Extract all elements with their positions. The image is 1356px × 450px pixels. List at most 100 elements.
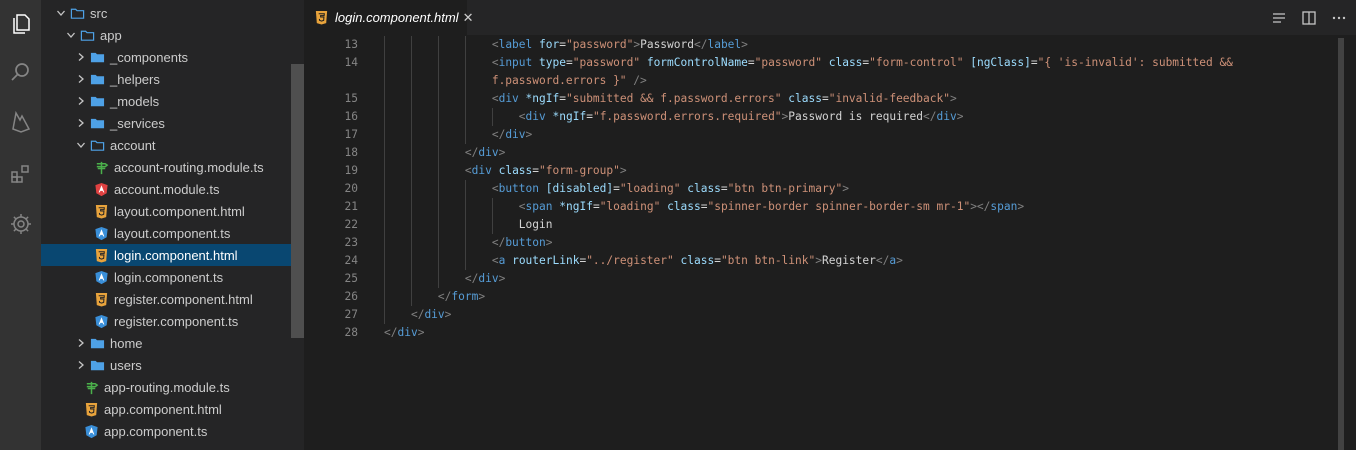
code-editor[interactable]: 13 <label for="password">Password</label>…: [304, 35, 1356, 450]
tree-item-label: account-routing.module.ts: [114, 159, 264, 175]
tab-login-component-html[interactable]: login.component.html ✕: [304, 0, 473, 35]
firebase-icon[interactable]: [0, 102, 41, 142]
tree-file-account-routing-module-ts[interactable]: account-routing.module.ts: [41, 156, 291, 178]
indent-guide: [384, 126, 385, 144]
code-text: <div *ngIf="f.password.errors.required">…: [518, 110, 964, 123]
indent-guide: [410, 108, 412, 126]
folder-icon: [89, 115, 105, 131]
tree-folder-components[interactable]: _components: [41, 46, 291, 68]
indent-guide: [464, 216, 466, 234]
tree-folder-services[interactable]: _services: [41, 112, 291, 134]
code-line: 22 Login: [304, 216, 1344, 234]
more-actions-icon[interactable]: [1329, 8, 1349, 28]
code-text: f.password.errors }" />: [491, 74, 647, 87]
code-line: 20 <button [disabled]="loading" class="bt…: [304, 180, 1344, 198]
editor-scrollbar[interactable]: [1338, 38, 1344, 450]
code-line: 14 <input type="password" formControlName…: [304, 54, 1344, 72]
tree-file-register-component-html[interactable]: register.component.html: [41, 288, 291, 310]
indent-guide: [464, 180, 466, 198]
tree-folder-src[interactable]: src: [41, 2, 291, 24]
tree-file-layout-component-ts[interactable]: layout.component.ts: [41, 222, 291, 244]
indent-guide: [437, 216, 439, 234]
indent-guide: [437, 144, 439, 162]
folder-open-icon: [89, 137, 105, 153]
line-number: 18: [344, 146, 358, 159]
indent-guide: [437, 126, 439, 144]
indent-guide: [410, 36, 412, 54]
tree-folder-models[interactable]: _models: [41, 90, 291, 112]
chevron-down-icon[interactable]: [73, 137, 89, 153]
tree-item-label: register.component.ts: [114, 313, 239, 329]
indent-guide: [437, 162, 439, 180]
tree-file-app-routing-module-ts[interactable]: app-routing.module.ts: [41, 376, 291, 398]
split-editor-icon[interactable]: [1299, 8, 1319, 28]
chevron-right-icon[interactable]: [73, 49, 89, 65]
tree-folder-home[interactable]: home: [41, 332, 291, 354]
chevron-right-icon[interactable]: [73, 335, 89, 351]
indent-guide: [410, 72, 412, 90]
tree-file-app-component-ts[interactable]: app.component.ts: [41, 420, 291, 442]
code-text: Login: [518, 218, 553, 231]
activity-bar: [0, 0, 41, 450]
open-changes-icon[interactable]: [1269, 8, 1289, 28]
code-text: </div>: [384, 326, 425, 339]
tab-close-icon[interactable]: ✕: [463, 10, 474, 26]
tree-file-login-component-ts[interactable]: login.component.ts: [41, 266, 291, 288]
code-line: 25 </div>: [304, 270, 1344, 288]
indent-guide: [410, 126, 412, 144]
routing-icon: [83, 379, 99, 395]
sidebar-scrollbar[interactable]: [291, 64, 304, 338]
code-line: 18 </div>: [304, 144, 1344, 162]
line-number: 24: [344, 254, 358, 267]
html-file-icon: [83, 401, 99, 417]
line-number: 22: [344, 218, 358, 231]
indent-guide: [437, 72, 439, 90]
search-icon[interactable]: [0, 52, 41, 92]
html-file-icon: [93, 203, 109, 219]
indent-guide: [384, 234, 385, 252]
indent-guide: [384, 90, 385, 108]
tree-file-layout-component-html[interactable]: layout.component.html: [41, 200, 291, 222]
folder-icon: [89, 357, 105, 373]
tree-item-label: login.component.ts: [114, 269, 224, 285]
settings-gear-icon[interactable]: [0, 204, 41, 244]
indent-guide: [491, 216, 493, 234]
code-line: 28 </div>: [304, 324, 1344, 342]
tree-folder-helpers[interactable]: _helpers: [41, 68, 291, 90]
indent-guide: [410, 234, 412, 252]
line-number: 23: [344, 236, 358, 249]
folder-icon: [89, 93, 105, 109]
code-text: </div>: [491, 128, 533, 141]
tree-file-register-component-ts[interactable]: register.component.ts: [41, 310, 291, 332]
tree-item-label: account.module.ts: [114, 181, 220, 197]
line-number: 17: [344, 128, 358, 141]
line-number: 26: [344, 290, 358, 303]
tree-file-app-component-html[interactable]: app.component.html: [41, 398, 291, 420]
indent-guide: [491, 198, 493, 216]
tree-item-label: users: [110, 357, 142, 373]
chevron-down-icon[interactable]: [53, 5, 69, 21]
code-line: 17 </div>: [304, 126, 1344, 144]
line-number: 19: [344, 164, 358, 177]
tree-file-account-module-ts[interactable]: account.module.ts: [41, 178, 291, 200]
indent-guide: [410, 90, 412, 108]
explorer-icon[interactable]: [0, 4, 41, 44]
indent-guide: [410, 162, 412, 180]
indent-guide: [464, 72, 466, 90]
indent-guide: [464, 36, 466, 54]
chevron-right-icon[interactable]: [73, 93, 89, 109]
code-text: <label for="password">Password</label>: [491, 38, 748, 51]
chevron-right-icon[interactable]: [73, 71, 89, 87]
indent-guide: [437, 252, 439, 270]
chevron-right-icon[interactable]: [73, 115, 89, 131]
tree-folder-users[interactable]: users: [41, 354, 291, 376]
chevron-down-icon[interactable]: [63, 27, 79, 43]
line-number: 15: [344, 92, 358, 105]
line-number: 21: [344, 200, 358, 213]
indent-guide: [437, 180, 439, 198]
tree-folder-account[interactable]: account: [41, 134, 291, 156]
extensions-icon[interactable]: [0, 154, 41, 194]
tree-folder-app[interactable]: app: [41, 24, 291, 46]
tree-file-login-component-html[interactable]: login.component.html: [41, 244, 291, 266]
chevron-right-icon[interactable]: [73, 357, 89, 373]
